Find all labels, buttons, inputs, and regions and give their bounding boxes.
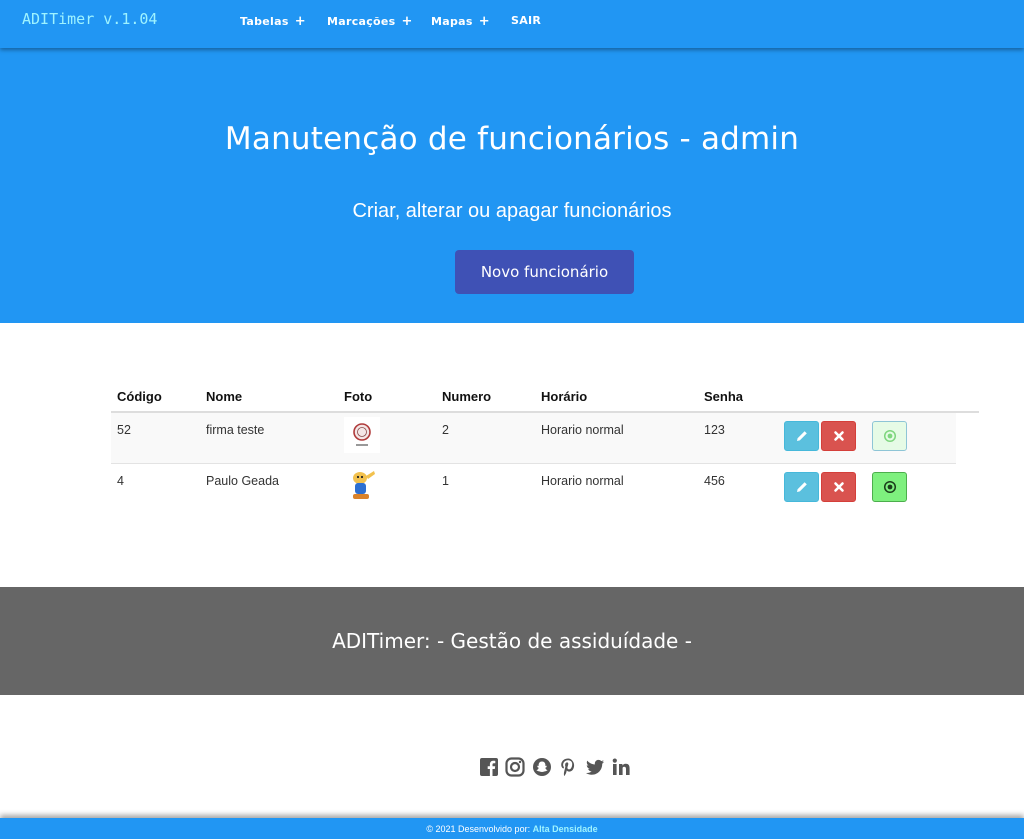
nav-menu-mapas-label: Mapas bbox=[431, 15, 473, 28]
new-employee-button[interactable]: Novo funcionário bbox=[455, 250, 634, 294]
table-header-divider bbox=[111, 411, 979, 413]
nav-menu-marcacoes-label: Marcações bbox=[327, 15, 396, 28]
cell-numero: 2 bbox=[436, 411, 535, 463]
nav-menu-tabelas-label: Tabelas bbox=[240, 15, 289, 28]
plus-icon: + bbox=[401, 14, 413, 29]
delete-button[interactable] bbox=[821, 471, 856, 502]
edit-button[interactable] bbox=[784, 471, 819, 502]
cell-horario: Horario normal bbox=[535, 462, 698, 514]
table-row: 4 Paulo Geada 1 Horario normal 456 bbox=[111, 462, 956, 514]
column-header-codigo[interactable]: Código bbox=[111, 381, 200, 412]
cell-horario: Horario normal bbox=[535, 411, 698, 463]
facebook-icon[interactable] bbox=[479, 757, 499, 777]
nav-sair-label: SAIR bbox=[511, 14, 542, 27]
cell-codigo: 52 bbox=[111, 411, 200, 463]
column-header-senha[interactable]: Senha bbox=[698, 381, 778, 412]
delete-button[interactable] bbox=[821, 420, 856, 451]
cell-actions bbox=[778, 462, 956, 514]
cell-codigo: 4 bbox=[111, 462, 200, 514]
cell-numero: 1 bbox=[436, 462, 535, 514]
bottom-bar: © 2021 Desenvolvido por: Alta Densidade bbox=[0, 818, 1024, 839]
column-header-foto[interactable]: Foto bbox=[338, 381, 436, 412]
top-navbar: ADITimer v.1.04 Tabelas + Marcações + Mapa… bbox=[0, 0, 1024, 48]
pinterest-icon[interactable] bbox=[558, 757, 578, 777]
column-header-actions bbox=[778, 381, 956, 412]
column-header-nome[interactable]: Nome bbox=[200, 381, 338, 412]
cell-actions bbox=[778, 411, 956, 463]
nav-menu-marcacoes[interactable]: Marcações + bbox=[327, 14, 413, 29]
twitter-icon[interactable] bbox=[585, 757, 605, 777]
edit-button[interactable] bbox=[784, 420, 819, 451]
activate-button[interactable] bbox=[872, 471, 907, 502]
page-title: Manutenção de funcionários - admin bbox=[224, 121, 800, 157]
table-row: 52 firma teste 2 Horario normal 123 bbox=[111, 411, 956, 463]
close-icon bbox=[833, 430, 844, 441]
radio-target-icon bbox=[883, 429, 896, 442]
footer-title: ADITimer: - Gestão de assiduídade - bbox=[332, 629, 692, 653]
footer-band: ADITimer: - Gestão de assiduídade - bbox=[0, 587, 1024, 695]
cell-nome: Paulo Geada bbox=[200, 462, 338, 514]
table-header-row: Código Nome Foto Numero Horário Senha bbox=[111, 381, 956, 412]
employees-table: Código Nome Foto Numero Horário Senha 52… bbox=[111, 381, 956, 514]
employee-photo bbox=[344, 467, 380, 504]
copyright-prefix: © 2021 Desenvolvido por: bbox=[426, 824, 531, 834]
cell-foto bbox=[338, 462, 436, 514]
linkedin-icon[interactable] bbox=[611, 757, 631, 777]
page-subtitle: Criar, alterar ou apagar funcionários bbox=[352, 200, 672, 222]
employee-photo bbox=[344, 416, 380, 453]
column-header-horario[interactable]: Horário bbox=[535, 381, 698, 412]
pencil-icon bbox=[796, 430, 807, 441]
snapchat-icon[interactable] bbox=[532, 757, 552, 777]
nav-menu-tabelas[interactable]: Tabelas + bbox=[240, 14, 306, 29]
plus-icon: + bbox=[294, 14, 306, 29]
employees-table-container: Código Nome Foto Numero Horário Senha 52… bbox=[111, 381, 979, 514]
plus-icon: + bbox=[478, 14, 490, 29]
social-links bbox=[479, 757, 633, 779]
cell-senha: 123 bbox=[698, 411, 778, 463]
developer-link[interactable]: Alta Densidade bbox=[533, 824, 598, 834]
cell-senha: 456 bbox=[698, 462, 778, 514]
nav-sair-link[interactable]: SAIR bbox=[511, 14, 541, 27]
pencil-icon bbox=[796, 481, 807, 492]
instagram-icon[interactable] bbox=[505, 757, 526, 777]
close-icon bbox=[833, 481, 844, 492]
hero-banner: Manutenção de funcionários - admin Criar… bbox=[0, 48, 1024, 323]
radio-target-icon bbox=[883, 480, 896, 493]
cell-nome: firma teste bbox=[200, 411, 338, 463]
brand-link[interactable]: ADITimer v.1.04 bbox=[22, 10, 157, 28]
column-header-numero[interactable]: Numero bbox=[436, 381, 535, 412]
activate-button[interactable] bbox=[872, 420, 907, 451]
cell-foto bbox=[338, 411, 436, 463]
copyright-text: © 2021 Desenvolvido por: Alta Densidade bbox=[0, 818, 1024, 839]
nav-menu-mapas[interactable]: Mapas + bbox=[431, 14, 490, 29]
